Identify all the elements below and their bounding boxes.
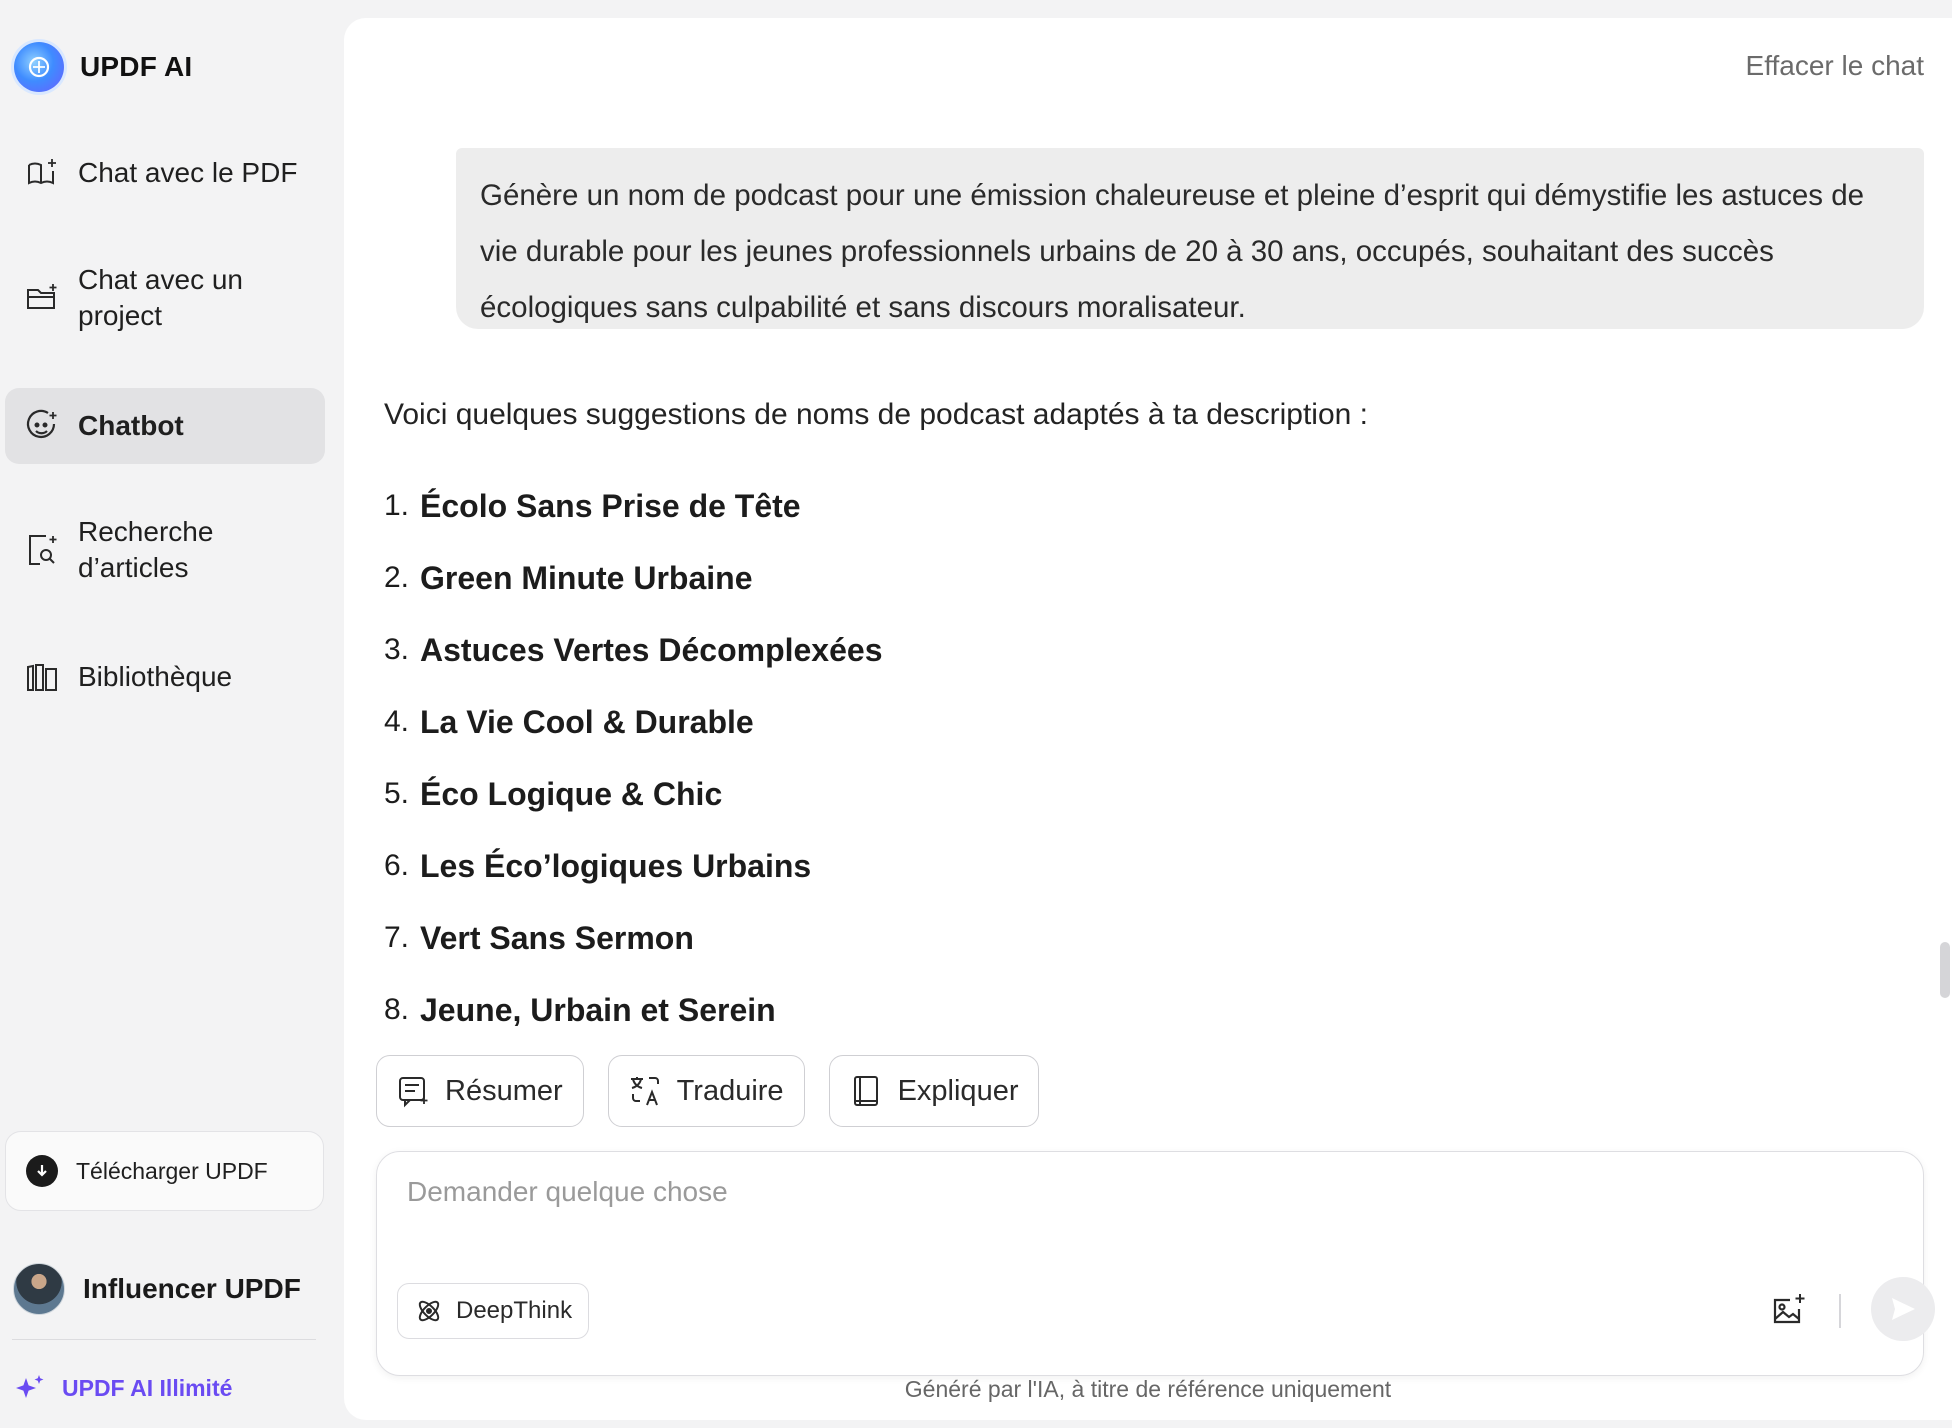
user-name: Influencer UPDF: [83, 1273, 301, 1304]
chatbot-face-icon: [24, 408, 60, 444]
sidebar: UPDF AI Chat avec le PDF Chat avec un pr…: [0, 0, 340, 1428]
list-item: 1. Écolo Sans Prise de Tête: [384, 487, 801, 524]
folder-sparkle-icon: [24, 280, 60, 316]
list-item: 3. Astuces Vertes Décomplexées: [384, 631, 883, 668]
sidebar-item-label: Chat avec le PDF: [78, 157, 298, 188]
explain-label: Expliquer: [897, 1074, 1019, 1107]
brand-name: UPDF AI: [80, 51, 193, 82]
explain-button[interactable]: Expliquer: [828, 1055, 1040, 1127]
user-message-bubble: Génère un nom de podcast pour une émissi…: [456, 148, 1924, 329]
list-item: 5. Éco Logique & Chic: [384, 775, 723, 812]
send-button[interactable]: [1871, 1277, 1935, 1341]
list-item: 6. Les Éco’logiques Urbains: [384, 847, 812, 884]
sidebar-item-chat-pdf[interactable]: Chat avec le PDF: [5, 150, 325, 196]
image-generate-button[interactable]: [1769, 1290, 1809, 1330]
avatar: [13, 1263, 65, 1315]
ai-disclaimer: Généré par l'IA, à titre de référence un…: [904, 1376, 1392, 1402]
upgrade-link[interactable]: UPDF AI Illimité: [14, 1370, 232, 1406]
atom-icon: [418, 1300, 440, 1322]
sidebar-item-chat-project[interactable]: Chat avec un project: [5, 260, 325, 336]
composer-divider: [1839, 1294, 1841, 1328]
suggestion-list: 1. Écolo Sans Prise de Tête 2. Green Minut…: [384, 470, 882, 1046]
translate-label: Traduire: [676, 1074, 784, 1107]
quick-actions: Résumer Traduire Expliquer: [376, 1055, 1040, 1127]
sidebar-item-label: Chat avec un project: [78, 264, 243, 331]
sidebar-divider: [12, 1339, 316, 1340]
sidebar-item-library[interactable]: Bibliothèque: [5, 654, 325, 700]
summarize-icon: [399, 1077, 428, 1108]
user-profile[interactable]: Influencer UPDF: [13, 1263, 301, 1315]
download-label: Télécharger UPDF: [76, 1157, 268, 1184]
clear-chat-button[interactable]: Effacer le chat: [1746, 50, 1924, 82]
list-item: 4. La Vie Cool & Durable: [384, 703, 754, 740]
summarize-label: Résumer: [445, 1074, 563, 1107]
updf-logo-icon: [14, 42, 64, 92]
sidebar-item-label: Bibliothèque: [78, 661, 233, 692]
list-item: 7. Vert Sans Sermon: [384, 919, 694, 956]
summarize-button[interactable]: Résumer: [376, 1055, 584, 1127]
sidebar-item-label: Chatbot: [78, 410, 184, 441]
document-search-icon: [24, 532, 60, 568]
brand[interactable]: UPDF AI: [14, 42, 192, 92]
app-window: UPDF AI Chat avec le PDF Chat avec un pr…: [0, 0, 1952, 1428]
translate-button[interactable]: Traduire: [607, 1055, 805, 1127]
deepthink-label: DeepThink: [456, 1297, 573, 1324]
message-input[interactable]: [407, 1176, 1807, 1236]
list-item: 8. Jeune, Urbain et Serein: [384, 991, 776, 1028]
translate-icon: [630, 1077, 659, 1106]
sidebar-item-label: Recherche d’articles: [78, 516, 214, 583]
image-sparkle-icon: [1773, 1294, 1805, 1324]
sidebar-item-article-search[interactable]: Recherche d’articles: [5, 512, 325, 588]
deepthink-toggle[interactable]: DeepThink: [397, 1283, 590, 1339]
book-icon: [853, 1076, 878, 1106]
list-item: 2. Green Minute Urbaine: [384, 559, 753, 596]
chat-scrollbar[interactable]: [1940, 942, 1950, 998]
sparkle-icon: [16, 1375, 44, 1398]
chat-panel: Effacer le chat Génère un nom de podcast…: [344, 18, 1952, 1420]
library-icon: [24, 659, 60, 695]
send-icon: [1892, 1298, 1915, 1320]
answer-intro: Voici quelques suggestions de noms de po…: [384, 398, 1368, 431]
upgrade-label: UPDF AI Illimité: [62, 1374, 233, 1401]
message-composer: DeepThink: [376, 1151, 1935, 1376]
book-sparkle-icon: [24, 155, 60, 191]
download-icon: [26, 1155, 58, 1187]
download-updf-button[interactable]: Télécharger UPDF: [5, 1131, 324, 1211]
sidebar-item-chatbot[interactable]: Chatbot: [5, 388, 325, 464]
